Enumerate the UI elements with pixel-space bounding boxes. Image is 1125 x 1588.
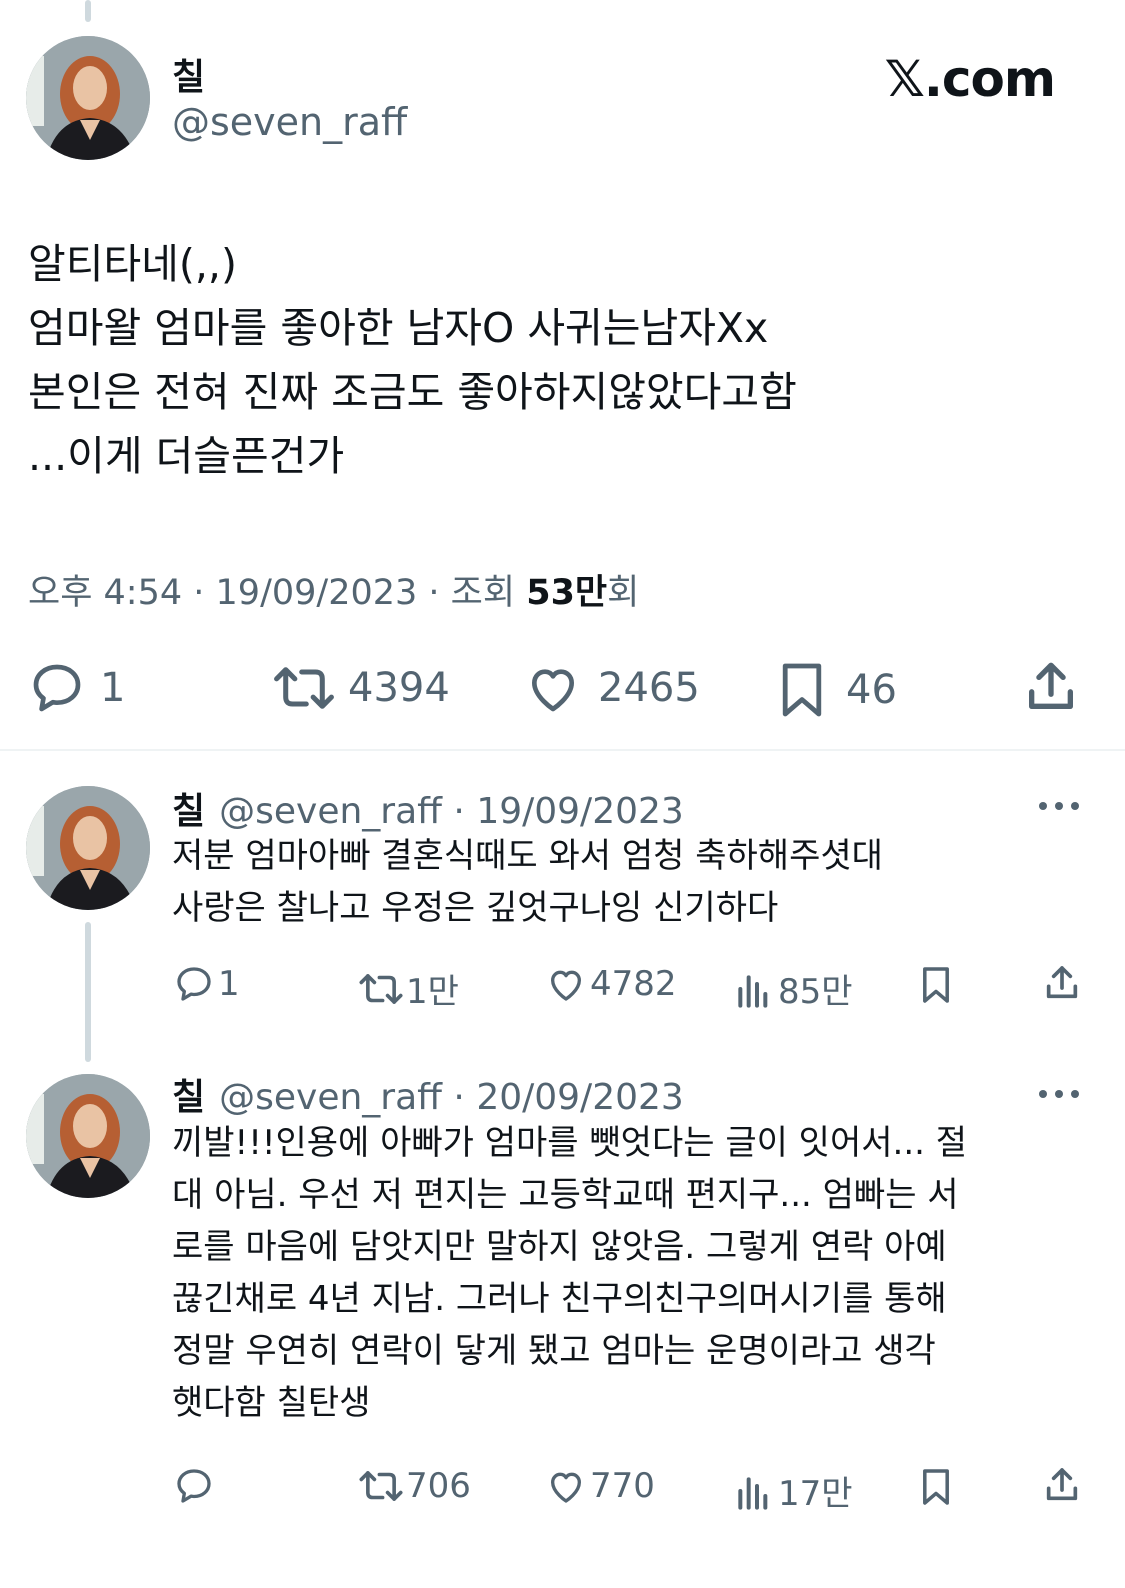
reply-line: 대 아님. 우선 저 편지는 고등학교때 편지구... 엄빠는 서 (172, 1175, 959, 1215)
heart-icon (551, 970, 581, 1001)
avatar[interactable] (26, 36, 150, 160)
share-button[interactable] (1042, 962, 1082, 1004)
bookmark-button[interactable] (920, 964, 952, 1006)
share-icon (1046, 966, 1078, 999)
reply-button[interactable]: 1 (28, 660, 125, 716)
retweet-button[interactable]: 706 (358, 1466, 471, 1506)
tweet-line: ...이게 더슬픈건가 (28, 432, 345, 480)
author-name[interactable]: 칠 (172, 1068, 205, 1120)
reply-line: 정말 우연히 연락이 닿게 됐고 엄마는 운명이라고 생각 (172, 1331, 936, 1371)
analytics-icon (738, 974, 768, 1008)
bookmark-button[interactable] (920, 1466, 952, 1508)
views-label: 조회 (450, 573, 516, 613)
like-count: 4782 (590, 964, 677, 1004)
like-button[interactable]: 4782 (546, 964, 677, 1004)
views-button[interactable]: 17만 (734, 1466, 853, 1515)
author-handle[interactable]: @seven_raff (219, 791, 442, 832)
heart-icon (551, 1472, 581, 1503)
reply-count: 1 (218, 964, 240, 1004)
retweet-button[interactable]: 4394 (272, 660, 450, 716)
retweet-count: 4394 (348, 665, 450, 711)
more-options-button[interactable] (1037, 1086, 1081, 1105)
more-icon (1039, 1090, 1079, 1098)
reply-header: 칠 @seven_raff · 19/09/2023 (172, 782, 684, 834)
like-button[interactable]: 770 (546, 1466, 655, 1506)
reply-line: 끼발!!!인용에 아빠가 엄마를 뺏엇다는 글이 잇어서... 절 (172, 1123, 968, 1163)
more-icon (1039, 802, 1079, 810)
like-button[interactable]: 2465 (524, 660, 700, 716)
reply-icon (33, 664, 81, 712)
share-icon (1029, 662, 1073, 709)
reply-line: 끊긴채로 4년 지남. 그러나 친구의친구의머시기를 통해 (172, 1279, 947, 1319)
reply-line: 사랑은 찰나고 우정은 깊엇구나잉 신기하다 (172, 888, 779, 928)
views-unit: 회 (607, 573, 640, 613)
author-handle[interactable]: @seven_raff (219, 1077, 442, 1118)
reply-line: 저분 엄마아빠 결혼식때도 와서 엄청 축하해주셧대 (172, 836, 883, 876)
reply-icon (177, 967, 211, 1001)
retweet-count: 706 (406, 1466, 471, 1506)
divider (0, 749, 1125, 751)
thread-line-middle (85, 922, 91, 1062)
thread-line-top (85, 0, 91, 22)
retweet-icon (274, 667, 334, 709)
retweet-button[interactable]: 1만 (358, 964, 459, 1013)
reply-header: 칠 @seven_raff · 20/09/2023 (172, 1068, 684, 1120)
reply-line: 로를 마음에 담앗지만 말하지 않앗음. 그렇게 연락 아예 (172, 1227, 947, 1267)
share-icon (1046, 1468, 1078, 1501)
tweet-date[interactable]: 20/09/2023 (476, 1077, 684, 1118)
more-options-button[interactable] (1037, 798, 1081, 817)
author-name[interactable]: 칠 (172, 782, 205, 834)
reply-icon (177, 1469, 211, 1503)
tweet-line: 엄마왈 엄마를 좋아한 남자O 사귀는남자Xx (28, 304, 769, 352)
tweet-time[interactable]: 오후 4:54 (28, 573, 182, 613)
reply-line: 햇다함 칠탄생 (172, 1383, 371, 1423)
retweet-icon (359, 973, 403, 1004)
avatar[interactable] (26, 1074, 150, 1198)
reply-text: 저분 엄마아빠 결혼식때도 와서 엄청 축하해주셧대 사랑은 찰나고 우정은 깊… (172, 830, 1072, 934)
views-count: 85만 (778, 972, 853, 1012)
bookmark-icon (782, 663, 822, 717)
bookmark-icon (923, 967, 949, 1003)
x-brand-logo: 𝕏.com (884, 50, 1056, 108)
bookmark-icon (923, 1469, 949, 1505)
views-count: 53만 (526, 573, 608, 613)
bookmark-button[interactable]: 46 (778, 660, 897, 720)
tweet-text: 알티타네(,,) 엄마왈 엄마를 좋아한 남자O 사귀는남자Xx 본인은 전혀 … (28, 232, 797, 488)
share-button[interactable] (1022, 658, 1080, 716)
share-button[interactable] (1042, 1464, 1082, 1506)
tweet-line: 본인은 전혀 진짜 조금도 좋아하지않았다고함 (28, 368, 797, 416)
tweet-date[interactable]: 19/09/2023 (216, 573, 418, 613)
tweet-meta: 오후 4:54 · 19/09/2023 · 조회 53만회 (28, 573, 640, 613)
reply-button[interactable] (174, 1466, 214, 1506)
tweet-line: 알티타네(,,) (28, 240, 237, 288)
like-count: 770 (590, 1466, 655, 1506)
reply-button[interactable]: 1 (174, 964, 240, 1004)
like-count: 2465 (598, 665, 700, 711)
heart-icon (532, 669, 574, 712)
reply-count: 1 (100, 665, 126, 711)
analytics-icon (738, 1476, 768, 1510)
views-button[interactable]: 85만 (734, 964, 853, 1013)
bookmark-count: 46 (846, 667, 897, 713)
retweet-icon (359, 1471, 403, 1501)
avatar[interactable] (26, 786, 150, 910)
author-name[interactable]: 칠 (172, 48, 205, 100)
tweet-date[interactable]: 19/09/2023 (476, 791, 684, 832)
author-handle[interactable]: @seven_raff (172, 100, 407, 144)
views-count: 17만 (778, 1474, 853, 1514)
retweet-count: 1만 (406, 972, 459, 1012)
reply-text: 끼발!!!인용에 아빠가 엄마를 뺏엇다는 글이 잇어서... 절 대 아님. … (172, 1117, 1072, 1429)
